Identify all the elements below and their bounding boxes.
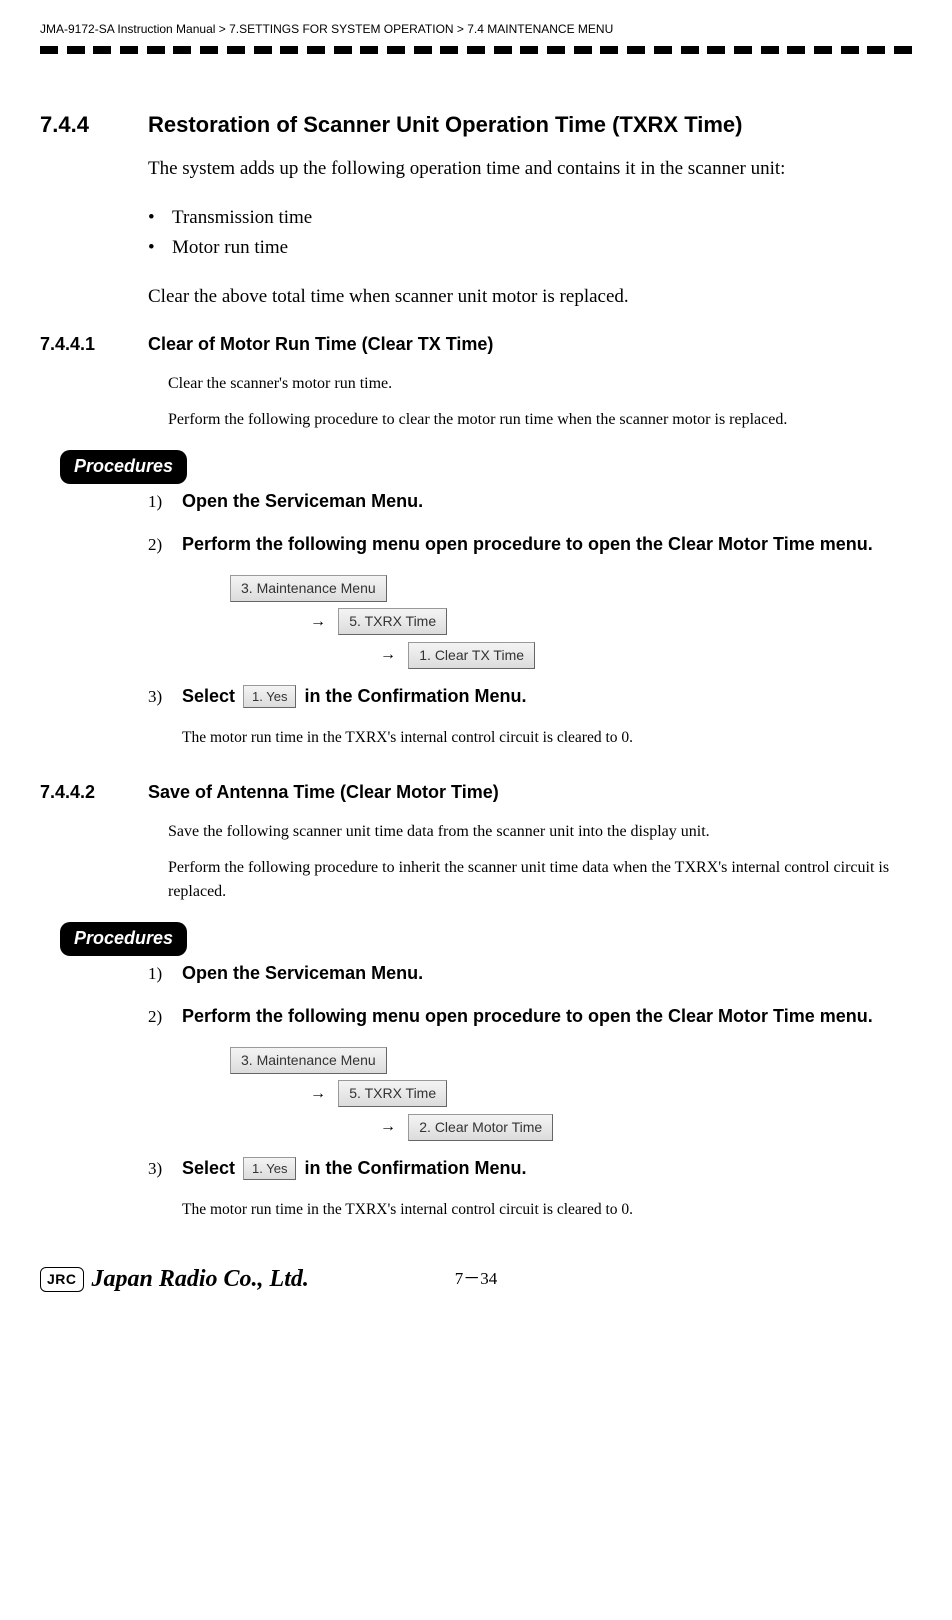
- menu-button-txrx-time[interactable]: 5. TXRX Time: [338, 1080, 447, 1107]
- section-after-bullets: Clear the above total time when scanner …: [148, 283, 912, 312]
- subsection-number: 7.4.4.2: [40, 779, 148, 806]
- list-item: • Transmission time: [148, 204, 912, 233]
- menu-path-level-3: → 2. Clear Motor Time: [380, 1113, 912, 1141]
- procedures-badge: Procedures: [60, 450, 187, 484]
- breadcrumb: JMA-9172-SA Instruction Manual > 7.SETTI…: [40, 20, 912, 38]
- menu-path-level-1: 3. Maintenance Menu: [230, 1046, 912, 1074]
- menu-path-level-1: 3. Maintenance Menu: [230, 574, 912, 602]
- subsection-heading: 7.4.4.1 Clear of Motor Run Time (Clear T…: [40, 331, 912, 358]
- step-number: 1): [148, 961, 182, 987]
- menu-button-clear-tx-time[interactable]: 1. Clear TX Time: [408, 642, 535, 669]
- step-text-pre: Select: [182, 683, 235, 710]
- step-text: Perform the following menu open procedur…: [182, 1006, 873, 1026]
- arrow-icon: →: [310, 1085, 326, 1102]
- step-number: 2): [148, 532, 182, 558]
- menu-button-yes[interactable]: 1. Yes: [243, 685, 296, 709]
- procedure-step: 3) Select 1. Yes in the Confirmation Men…: [148, 683, 912, 710]
- arrow-icon: →: [380, 1118, 396, 1135]
- menu-button-yes[interactable]: 1. Yes: [243, 1157, 296, 1181]
- menu-button-maintenance[interactable]: 3. Maintenance Menu: [230, 1047, 387, 1074]
- section-heading: 7.4.4 Restoration of Scanner Unit Operat…: [40, 108, 912, 141]
- bullet-list: • Transmission time • Motor run time: [148, 204, 912, 263]
- menu-path-level-2: → 5. TXRX Time: [310, 608, 912, 636]
- step-text: Open the Serviceman Menu.: [182, 963, 423, 983]
- bullet-text: Transmission time: [172, 204, 312, 233]
- step-number: 3): [148, 684, 182, 710]
- jrc-logo-box: JRC: [40, 1267, 84, 1292]
- section-title: Restoration of Scanner Unit Operation Ti…: [148, 108, 743, 141]
- subsection-number: 7.4.4.1: [40, 331, 148, 358]
- step-text: Open the Serviceman Menu.: [182, 491, 423, 511]
- step-note: The motor run time in the TXRX's interna…: [182, 1198, 912, 1221]
- page-number: 7－34: [455, 1266, 498, 1292]
- company-name: Japan Radio Co., Ltd.: [92, 1261, 309, 1297]
- subsection-paragraph: Perform the following procedure to clear…: [168, 408, 912, 432]
- procedures-badge: Procedures: [60, 922, 187, 956]
- bullet-text: Motor run time: [172, 234, 288, 263]
- procedure-step: 1) Open the Serviceman Menu.: [148, 960, 912, 987]
- menu-path-level-2: → 5. TXRX Time: [310, 1080, 912, 1108]
- menu-button-txrx-time[interactable]: 5. TXRX Time: [338, 608, 447, 635]
- menu-button-maintenance[interactable]: 3. Maintenance Menu: [230, 575, 387, 602]
- subsection-paragraph: Perform the following procedure to inher…: [168, 856, 912, 904]
- subsection-heading: 7.4.4.2 Save of Antenna Time (Clear Moto…: [40, 779, 912, 806]
- section-intro: The system adds up the following operati…: [148, 155, 912, 184]
- subsection-title: Clear of Motor Run Time (Clear TX Time): [148, 331, 493, 358]
- procedure-step: 3) Select 1. Yes in the Confirmation Men…: [148, 1155, 912, 1182]
- divider-dashes: [40, 46, 912, 58]
- step-note: The motor run time in the TXRX's interna…: [182, 726, 912, 749]
- page-footer: JRC Japan Radio Co., Ltd. 7－34: [40, 1261, 912, 1297]
- step-text: Perform the following menu open procedur…: [182, 534, 873, 554]
- menu-path-level-3: → 1. Clear TX Time: [380, 641, 912, 669]
- arrow-icon: →: [380, 646, 396, 663]
- step-number: 2): [148, 1004, 182, 1030]
- procedure-step: 1) Open the Serviceman Menu.: [148, 488, 912, 515]
- step-text-pre: Select: [182, 1155, 235, 1182]
- section-number: 7.4.4: [40, 108, 148, 141]
- arrow-icon: →: [310, 613, 326, 630]
- subsection-paragraph: Save the following scanner unit time dat…: [168, 820, 912, 844]
- subsection-paragraph: Clear the scanner's motor run time.: [168, 372, 912, 396]
- step-text-post: in the Confirmation Menu.: [304, 683, 526, 710]
- subsection-title: Save of Antenna Time (Clear Motor Time): [148, 779, 499, 806]
- list-item: • Motor run time: [148, 234, 912, 263]
- menu-button-clear-motor-time[interactable]: 2. Clear Motor Time: [408, 1114, 553, 1141]
- procedure-step: 2) Perform the following menu open proce…: [148, 1003, 912, 1030]
- bullet-icon: •: [148, 234, 172, 263]
- procedure-step: 2) Perform the following menu open proce…: [148, 531, 912, 558]
- step-number: 3): [148, 1156, 182, 1182]
- bullet-icon: •: [148, 204, 172, 233]
- step-number: 1): [148, 489, 182, 515]
- step-text-post: in the Confirmation Menu.: [304, 1155, 526, 1182]
